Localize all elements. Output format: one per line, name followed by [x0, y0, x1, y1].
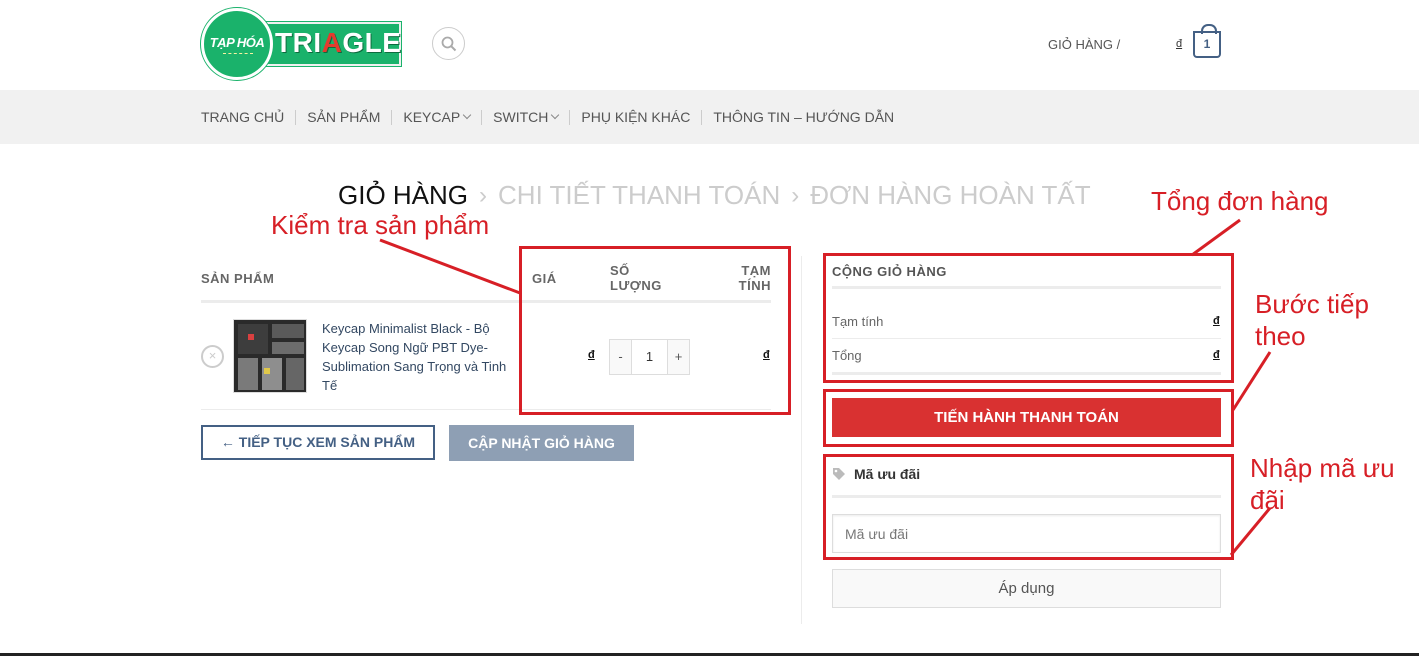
- annotation-box-coupon: [823, 454, 1234, 560]
- logo-badge: TẠP HÓA: [201, 8, 273, 80]
- annotation-order-total: Tổng đơn hàng: [1151, 186, 1329, 216]
- annotation-box-products: [519, 246, 791, 415]
- logo-badge-text: TẠP HÓA: [209, 35, 265, 50]
- annotation-next-step: Bước tiếp theo: [1255, 289, 1369, 351]
- annotation-coupon: Nhập mã ưu đãi: [1250, 453, 1395, 515]
- annotation-box-totals: [823, 253, 1234, 383]
- annotation-box-checkout: [823, 389, 1234, 447]
- annotation-check-products: Kiểm tra sản phẩm: [271, 210, 490, 240]
